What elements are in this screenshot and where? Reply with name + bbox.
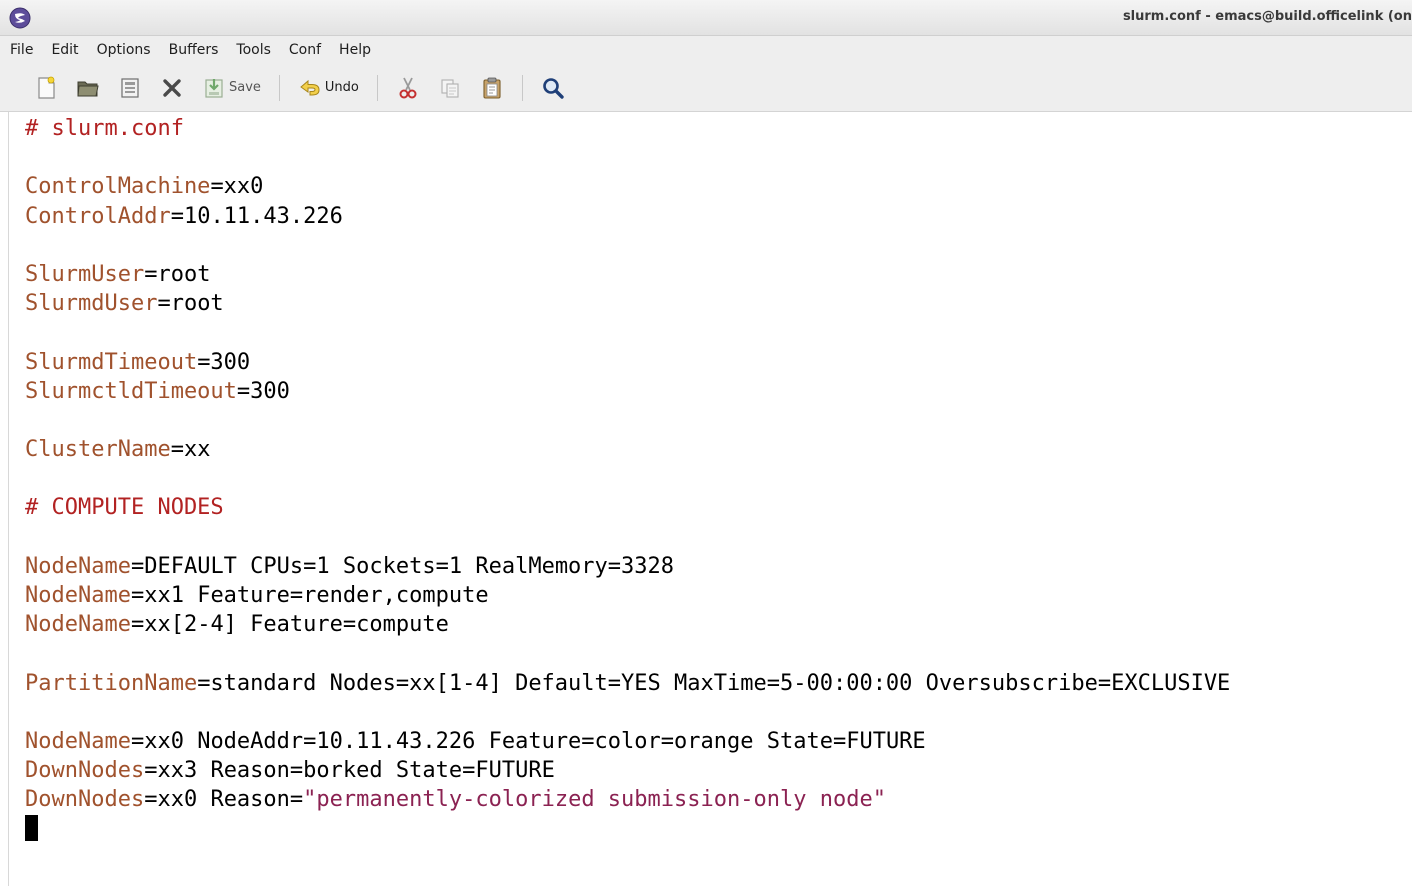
- paste-button[interactable]: [480, 72, 504, 104]
- toolbar-separator: [278, 74, 280, 101]
- code-line[interactable]: SlurmUser=root: [25, 260, 1230, 289]
- comment-text: # COMPUTE NODES: [25, 495, 224, 521]
- open-folder-button[interactable]: [76, 72, 100, 104]
- code-line[interactable]: [25, 231, 1230, 260]
- code-line[interactable]: [25, 464, 1230, 493]
- code-line[interactable]: [25, 318, 1230, 347]
- code-line[interactable]: [25, 814, 1230, 844]
- code-line[interactable]: NodeName=xx[2-4] Feature=compute: [25, 610, 1230, 639]
- string-literal: "permanently-colorized submission-only n…: [303, 787, 886, 813]
- config-key: NodeName: [25, 553, 131, 579]
- config-value: =xx1 Feature=render,compute: [130, 583, 489, 608]
- menu-edit[interactable]: Edit: [51, 42, 78, 58]
- config-key: DownNodes: [25, 758, 145, 784]
- config-key: NodeName: [25, 728, 131, 754]
- copy-icon: [441, 78, 459, 98]
- menu-help[interactable]: Help: [339, 42, 371, 58]
- config-key: SlurmdTimeout: [25, 349, 198, 375]
- config-value: =xx0: [210, 174, 264, 200]
- code-line[interactable]: SlurmdUser=root: [25, 289, 1230, 318]
- code-line[interactable]: NodeName=DEFAULT CPUs=1 Sockets=1 RealMe…: [25, 552, 1230, 581]
- config-value: =root: [144, 261, 211, 287]
- code-line[interactable]: NodeName=xx1 Feature=render,compute: [25, 581, 1230, 610]
- code-line[interactable]: ControlMachine=xx0: [25, 172, 1230, 201]
- close-icon: [163, 78, 181, 97]
- config-value: =xx: [170, 437, 211, 463]
- config-value: =standard Nodes=xx[1-4] Default=YES MaxT…: [197, 670, 1231, 696]
- menu-conf[interactable]: Conf: [289, 42, 321, 58]
- code-line[interactable]: [25, 406, 1230, 435]
- save-label: Save: [229, 80, 261, 95]
- window-title: slurm.conf - emacs@build.officelink (on: [1122, 9, 1412, 24]
- paste-icon: [483, 77, 501, 99]
- title-bar: slurm.conf - emacs@build.officelink (on: [0, 0, 1412, 36]
- text-cursor: [25, 814, 38, 841]
- comment-text: # slurm.conf: [25, 116, 184, 141]
- code-line[interactable]: SlurmdTimeout=300: [25, 348, 1230, 377]
- code-line[interactable]: PartitionName=standard Nodes=xx[1-4] Def…: [25, 669, 1230, 698]
- config-value: =xx0 NodeAddr=10.11.43.226 Feature=color…: [130, 728, 926, 754]
- code-line[interactable]: [25, 143, 1230, 172]
- config-key: ControlAddr: [25, 203, 171, 229]
- undo-button[interactable]: Undo: [298, 72, 359, 104]
- config-value: =xx0 Reason=: [144, 787, 304, 813]
- undo-label: Undo: [324, 80, 359, 95]
- code-line[interactable]: [25, 639, 1230, 668]
- menu-options[interactable]: Options: [97, 42, 151, 58]
- config-key: SlurmdUser: [25, 291, 158, 317]
- config-key: ClusterName: [25, 437, 171, 463]
- code-line[interactable]: ClusterName=xx: [25, 435, 1230, 464]
- code-line[interactable]: [25, 523, 1230, 552]
- open-folder-icon: [77, 81, 99, 96]
- menu-buffers[interactable]: Buffers: [169, 42, 219, 58]
- menu-bar: File Edit Options Buffers Tools Conf Hel…: [0, 36, 1412, 64]
- config-key: NodeName: [25, 612, 131, 638]
- toolbar-separator: [521, 74, 523, 101]
- config-value: =300: [236, 378, 290, 404]
- search-icon: [543, 77, 564, 99]
- config-key: SlurmctldTimeout: [25, 378, 237, 404]
- code-line[interactable]: DownNodes=xx0 Reason="permanently-colori…: [25, 785, 1230, 814]
- save-doc-icon: [121, 77, 139, 98]
- config-key: ControlMachine: [25, 174, 211, 200]
- code-line[interactable]: # slurm.conf: [25, 114, 1230, 143]
- tool-bar: Save Undo: [0, 64, 1412, 112]
- search-button[interactable]: [541, 72, 565, 104]
- copy-button[interactable]: [438, 72, 462, 104]
- config-key: DownNodes: [25, 787, 145, 813]
- new-file-icon: [38, 76, 55, 99]
- code-line[interactable]: [25, 698, 1230, 727]
- config-value: =root: [157, 291, 224, 317]
- menu-file[interactable]: File: [10, 42, 33, 58]
- config-key: NodeName: [25, 583, 131, 608]
- editor-buffer[interactable]: # slurm.conf ControlMachine=xx0 ControlAdd…: [0, 112, 1412, 886]
- config-value: =xx[2-4] Feature=compute: [130, 612, 449, 638]
- left-fringe: [8, 112, 9, 886]
- toolbar-separator: [376, 74, 378, 101]
- save-icon: [205, 78, 223, 98]
- config-key: SlurmUser: [25, 261, 145, 287]
- new-file-button[interactable]: [34, 72, 58, 104]
- code-line[interactable]: SlurmctldTimeout=300: [25, 377, 1230, 406]
- config-value: =xx3 Reason=borked State=FUTURE: [144, 758, 555, 784]
- close-buffer-button[interactable]: [160, 72, 184, 104]
- config-value: =10.11.43.226: [170, 203, 343, 229]
- config-key: PartitionName: [25, 670, 198, 696]
- save-doc-button[interactable]: [118, 72, 142, 104]
- save-button[interactable]: Save: [202, 72, 261, 104]
- cut-button[interactable]: [396, 72, 420, 104]
- code-line[interactable]: ControlAddr=10.11.43.226: [25, 202, 1230, 231]
- config-value: =300: [197, 349, 251, 375]
- code-area[interactable]: # slurm.conf ControlMachine=xx0 ControlAdd…: [25, 114, 1230, 844]
- menu-tools[interactable]: Tools: [236, 42, 271, 58]
- cut-icon: [399, 77, 417, 98]
- undo-icon: [300, 79, 320, 95]
- code-line[interactable]: NodeName=xx0 NodeAddr=10.11.43.226 Featu…: [25, 727, 1230, 756]
- code-line[interactable]: DownNodes=xx3 Reason=borked State=FUTURE: [25, 756, 1230, 785]
- code-line[interactable]: # COMPUTE NODES: [25, 493, 1230, 522]
- config-value: =DEFAULT CPUs=1 Sockets=1 RealMemory=332…: [130, 553, 675, 579]
- emacs-icon[interactable]: [9, 7, 31, 29]
